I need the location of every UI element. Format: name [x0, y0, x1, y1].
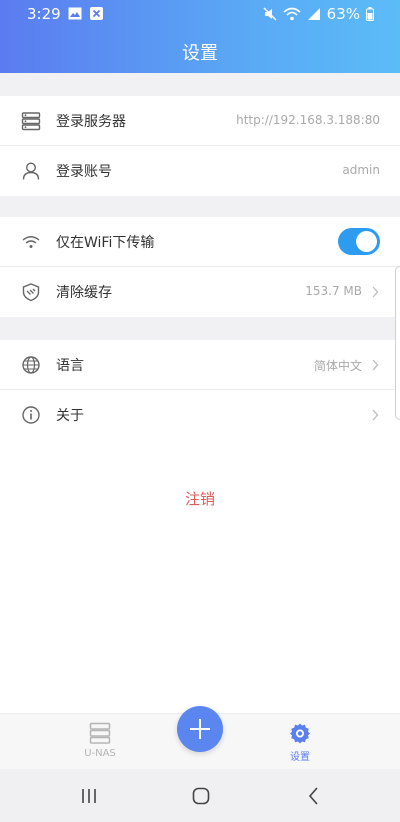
image-icon [68, 7, 82, 20]
row-wifi-only: 仅在WiFi下传输 [0, 217, 400, 267]
clear-cache-label: 清除缓存 [56, 285, 112, 301]
signal-icon [307, 8, 320, 20]
chevron-right-icon [372, 359, 379, 371]
page-title: 设置 [182, 43, 218, 64]
battery-percent: 63% [326, 5, 360, 23]
logout-button[interactable]: 注销 [0, 488, 400, 509]
logout-area: 注销 [0, 440, 400, 713]
battery-icon [366, 7, 374, 21]
status-bar: 3:29 63% [0, 0, 400, 28]
toggle-knob [356, 231, 377, 252]
server-icon [21, 112, 41, 131]
user-icon [22, 162, 40, 180]
info-icon [22, 406, 40, 424]
login-account-label: 登录账号 [56, 164, 112, 180]
cache-icon [22, 283, 40, 302]
gear-icon [290, 723, 310, 744]
login-account-value: admin [342, 163, 380, 177]
wifi-icon [22, 236, 40, 248]
cache-size-value: 153.7 MB [305, 284, 362, 298]
row-about[interactable]: 关于 [0, 390, 400, 440]
row-login-account[interactable]: 登录账号 admin [0, 146, 400, 196]
about-label: 关于 [56, 408, 84, 424]
settings-group-storage: 仅在WiFi下传输 清除缓存 153.7 MB [0, 217, 400, 317]
storage-icon [89, 722, 111, 744]
side-panel-handle[interactable] [395, 266, 400, 420]
settings-group-account: 登录服务器 http://192.168.3.188:80 登录账号 admin [0, 96, 400, 196]
recent-apps-icon[interactable] [77, 784, 101, 808]
tab-unas[interactable]: U-NAS [70, 722, 130, 759]
tab-unas-label: U-NAS [84, 748, 116, 759]
system-nav-bar [0, 769, 400, 822]
status-time: 3:29 [27, 5, 61, 23]
status-icons-left [68, 7, 103, 20]
home-icon[interactable] [189, 784, 213, 808]
add-button[interactable] [177, 706, 223, 752]
wifi-only-label: 仅在WiFi下传输 [56, 235, 155, 251]
chevron-right-icon [372, 286, 379, 298]
login-server-value: http://192.168.3.188:80 [236, 113, 380, 127]
language-label: 语言 [56, 358, 84, 374]
language-value: 简体中文 [313, 359, 362, 373]
app-header: 3:29 63% 设置 [0, 0, 400, 73]
mute-icon [263, 7, 277, 21]
wifi-only-toggle[interactable] [338, 228, 380, 255]
login-server-label: 登录服务器 [56, 114, 126, 130]
wifi-icon [283, 7, 301, 21]
row-login-server[interactable]: 登录服务器 http://192.168.3.188:80 [0, 96, 400, 146]
plus-icon [190, 719, 210, 739]
back-icon[interactable] [302, 784, 326, 808]
tab-settings-label: 设置 [290, 752, 310, 763]
row-language[interactable]: 语言 简体中文 [0, 340, 400, 390]
status-icons-right: 63% [263, 5, 374, 23]
tab-settings[interactable]: 设置 [270, 722, 330, 763]
globe-icon [22, 356, 40, 374]
chevron-right-icon [372, 409, 379, 421]
settings-group-general: 语言 简体中文 关于 [0, 340, 400, 440]
close-box-icon [90, 7, 103, 20]
row-clear-cache[interactable]: 清除缓存 153.7 MB [0, 267, 400, 317]
